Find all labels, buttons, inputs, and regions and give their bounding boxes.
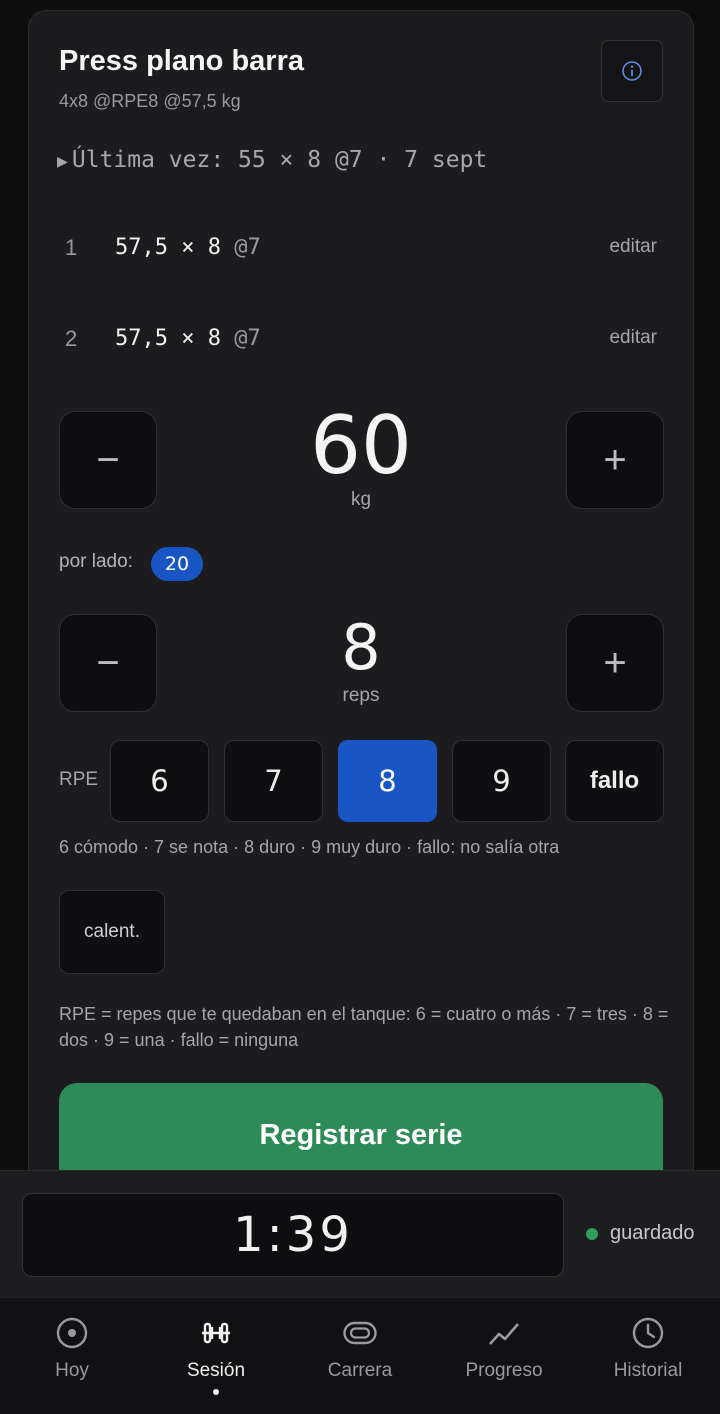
nav-label: Hoy [55,1360,89,1381]
exercise-prescription: 4x8 @RPE8 @57,5 kg [59,91,241,111]
save-status-label: guardado [610,1222,695,1244]
target-icon [56,1317,88,1349]
rpe-legend: 6 cómodo · 7 se nota · 8 duro · 9 muy du… [59,837,560,857]
per-side-badge: 20 [151,547,203,581]
track-icon [343,1321,377,1345]
reps-increase-button[interactable]: + [566,614,664,712]
rpe-option-9[interactable]: 9 [452,740,551,822]
exercise-card: Press plano barra 4x8 @RPE8 @57,5 kg ▶ Úl… [28,10,694,1223]
info-button[interactable] [601,40,663,102]
edit-set-button[interactable]: editar [609,236,657,258]
trend-icon [489,1323,519,1345]
per-side-label: por lado: [59,551,133,572]
logged-set-row: 2 57,5 × 8 @7 editar [65,320,657,360]
info-icon [622,61,642,81]
dumbbell-icon [202,1322,230,1344]
nav-label: Historial [613,1360,683,1381]
logged-set-row: 1 57,5 × 8 @7 editar [65,229,657,269]
rpe-explanation: RPE = repes que te quedaban en el tanque… [59,1004,669,1050]
nav-item-hoy[interactable]: Hoy [0,1298,144,1414]
set-value: 57,5 × 8 @7 [115,235,261,260]
weight-increase-button[interactable]: + [566,411,664,509]
nav-label: Carrera [327,1360,393,1381]
set-number: 2 [65,326,78,351]
saved-status-dot [586,1227,598,1240]
nav-item-carrera[interactable]: Carrera [288,1298,432,1414]
nav-label: Progreso [465,1360,543,1381]
exercise-title: Press plano barra [59,45,304,77]
rpe-label: RPE [59,769,99,790]
nav-item-historial[interactable]: Historial [576,1298,720,1414]
rpe-option-8-selected[interactable]: 8 [338,740,437,822]
rpe-option-7[interactable]: 7 [224,740,323,822]
rpe-option-6[interactable]: 6 [110,740,209,822]
warmup-toggle-button[interactable]: calent. [59,890,165,974]
nav-label: Sesión [186,1360,246,1381]
clock-icon [632,1317,664,1349]
active-indicator-dot [213,1389,219,1395]
rest-timer-bar: 1:39 guardado [0,1170,720,1298]
nav-item-sesion[interactable]: Sesión [144,1298,288,1414]
edit-set-button[interactable]: editar [609,327,657,349]
bottom-navigation: Hoy Sesión Carrera Progreso Historial [0,1297,720,1414]
set-value: 57,5 × 8 @7 [115,326,261,351]
last-time-text: Última vez: 55 × 8 @7 · 7 sept [71,147,488,173]
nav-item-progreso[interactable]: Progreso [432,1298,576,1414]
save-status: guardado [586,1222,695,1245]
rest-timer[interactable]: 1:39 [22,1193,564,1277]
rpe-option-fallo[interactable]: fallo [565,740,664,822]
disclosure-triangle-icon: ▶ [57,151,68,172]
set-number: 1 [65,235,78,260]
last-time-toggle[interactable]: ▶ Última vez: 55 × 8 @7 · 7 sept [57,147,487,173]
